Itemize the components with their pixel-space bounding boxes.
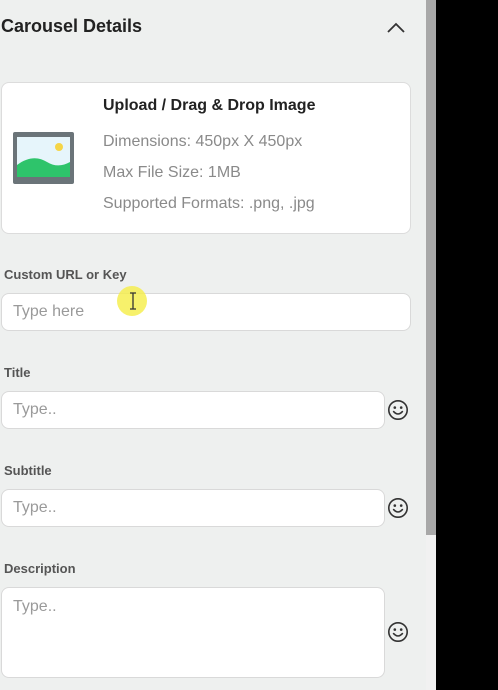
scrollbar-thumb[interactable]: [426, 0, 436, 535]
image-placeholder-icon: [13, 132, 74, 184]
upload-dimensions: Dimensions: 450px X 450px: [103, 133, 303, 150]
smiley-icon: [388, 622, 408, 642]
title-emoji-button[interactable]: [386, 398, 410, 422]
description-label: Description: [4, 561, 76, 576]
subtitle-input[interactable]: [1, 489, 385, 527]
smiley-icon: [388, 400, 408, 420]
chevron-up-icon: [387, 22, 405, 33]
subtitle-emoji-button[interactable]: [386, 496, 410, 520]
image-upload-dropzone[interactable]: Upload / Drag & Drop Image Dimensions: 4…: [1, 82, 411, 234]
smiley-icon: [388, 498, 408, 518]
title-input[interactable]: [1, 391, 385, 429]
carousel-details-panel: Carousel Details Upload / Drag & Drop Im…: [0, 0, 426, 690]
section-title: Carousel Details: [1, 16, 143, 36]
upload-formats: Supported Formats: .png, .jpg: [103, 195, 315, 212]
subtitle-label: Subtitle: [4, 463, 52, 478]
description-emoji-button[interactable]: [386, 620, 410, 644]
description-textarea[interactable]: [1, 587, 385, 678]
collapse-button[interactable]: [384, 16, 408, 38]
upload-max-size: Max File Size: 1MB: [103, 164, 241, 181]
title-label: Title: [4, 365, 31, 380]
outside-area: [436, 0, 498, 690]
custom-url-label: Custom URL or Key: [4, 267, 127, 282]
vertical-scrollbar[interactable]: [426, 0, 436, 690]
upload-title: Upload / Drag & Drop Image: [103, 97, 316, 114]
custom-url-input[interactable]: [1, 293, 411, 331]
